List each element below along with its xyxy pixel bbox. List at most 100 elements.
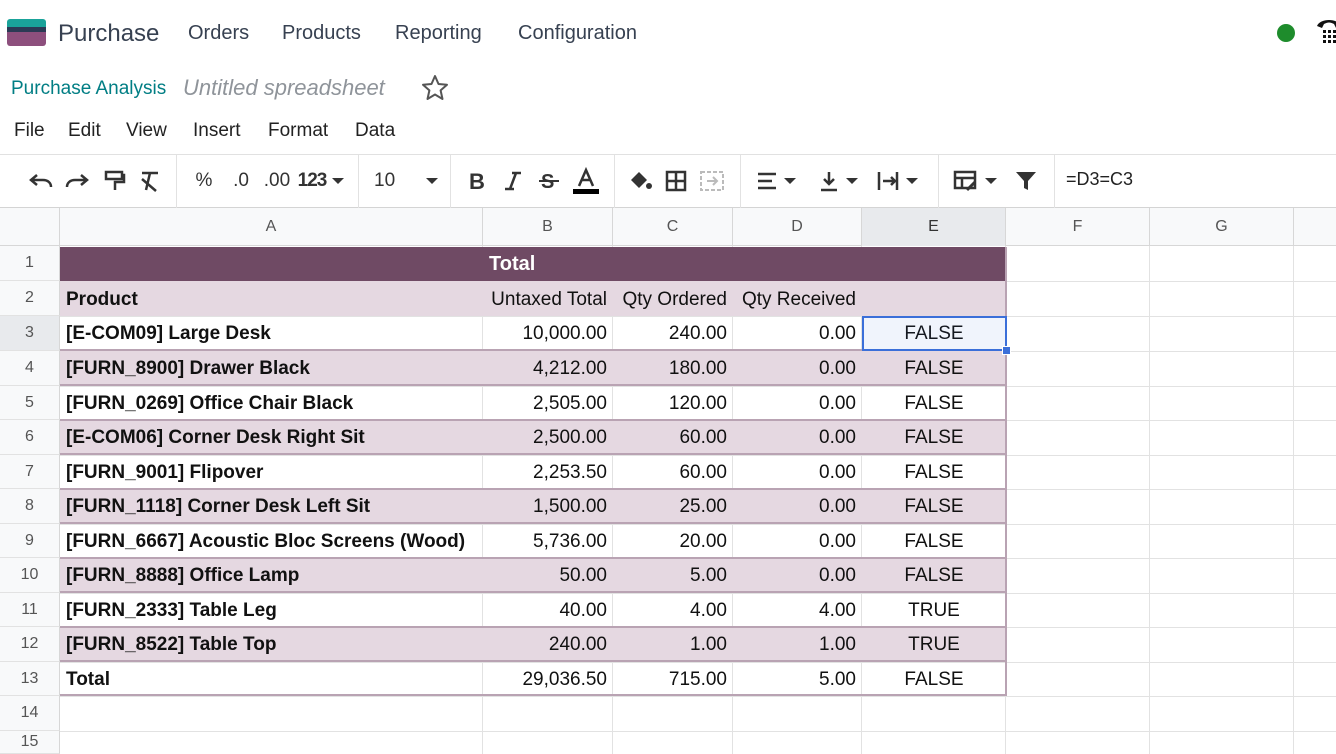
cell-product[interactable]: [FURN_2333] Table Leg — [60, 593, 483, 628]
undo-icon[interactable] — [27, 166, 55, 196]
cell-product[interactable]: [E-COM06] Corner Desk Right Sit — [60, 420, 483, 455]
select-all-corner[interactable] — [0, 208, 60, 246]
cell-untaxed-total[interactable]: 50.00 — [483, 558, 613, 593]
row-header[interactable]: 3 — [0, 316, 60, 351]
row-header[interactable]: 9 — [0, 524, 60, 558]
nav-orders[interactable]: Orders — [188, 22, 249, 45]
row-header[interactable]: 6 — [0, 420, 60, 455]
vertical-align-dropdown[interactable] — [814, 166, 862, 196]
column-header-f[interactable]: F — [1006, 208, 1150, 246]
row-header[interactable]: 10 — [0, 558, 60, 593]
cell-qty-received[interactable]: 0.00 — [733, 316, 862, 351]
header-untaxed-total[interactable]: Untaxed Total — [483, 282, 613, 317]
breadcrumb-purchase-analysis[interactable]: Purchase Analysis — [11, 78, 166, 100]
cell-qty-ordered[interactable]: 20.00 — [613, 524, 733, 559]
cell-qty-received[interactable]: 4.00 — [733, 593, 862, 628]
row-header[interactable]: 4 — [0, 351, 60, 386]
fill-handle[interactable] — [1002, 346, 1011, 355]
fill-color-icon[interactable] — [626, 166, 654, 196]
pivot-total-header[interactable]: Total — [483, 247, 1006, 282]
cell-comparison[interactable]: FALSE — [862, 351, 1006, 386]
number-format-dropdown[interactable]: 123 — [296, 166, 346, 196]
cell-product[interactable]: [FURN_1118] Corner Desk Left Sit — [60, 489, 483, 524]
column-header-e[interactable]: E — [862, 208, 1006, 246]
nav-products[interactable]: Products — [282, 22, 361, 45]
cell-product[interactable]: [E-COM09] Large Desk — [60, 316, 483, 351]
row-header[interactable]: 2 — [0, 281, 60, 316]
cell-comparison[interactable]: FALSE — [862, 386, 1006, 421]
cell-total-qty-ordered[interactable]: 715.00 — [613, 662, 733, 697]
row-header[interactable]: 15 — [0, 731, 60, 754]
text-color-icon[interactable] — [570, 166, 602, 196]
bold-icon[interactable]: B — [464, 166, 490, 196]
cell-comparison[interactable]: TRUE — [862, 627, 1006, 662]
strikethrough-icon[interactable]: S — [536, 166, 562, 196]
cell-qty-received[interactable]: 1.00 — [733, 627, 862, 662]
header-qty-ordered[interactable]: Qty Ordered — [613, 282, 733, 317]
cell-untaxed-total[interactable]: 2,253.50 — [483, 455, 613, 490]
paint-format-icon[interactable] — [102, 166, 128, 196]
percent-format-button[interactable]: % — [192, 166, 216, 196]
cell-qty-received[interactable]: 0.00 — [733, 420, 862, 455]
cell-total-comparison[interactable]: FALSE — [862, 662, 1006, 697]
cell-untaxed-total[interactable]: 5,736.00 — [483, 524, 613, 559]
cell-qty-ordered[interactable]: 240.00 — [613, 316, 733, 351]
cell-qty-received[interactable]: 0.00 — [733, 386, 862, 421]
cell-product[interactable]: [FURN_6667] Acoustic Bloc Screens (Wood) — [60, 524, 483, 559]
header-qty-received[interactable]: Qty Received — [733, 282, 862, 317]
cell-qty-ordered[interactable]: 1.00 — [613, 627, 733, 662]
cell-qty-ordered[interactable]: 60.00 — [613, 455, 733, 490]
cell-qty-received[interactable]: 0.00 — [733, 489, 862, 524]
cell-qty-ordered[interactable]: 5.00 — [613, 558, 733, 593]
phone-icon[interactable] — [1314, 16, 1336, 48]
column-header-g[interactable]: G — [1150, 208, 1294, 246]
cell-qty-received[interactable]: 0.00 — [733, 524, 862, 559]
row-header[interactable]: 13 — [0, 662, 60, 696]
borders-icon[interactable] — [663, 166, 689, 196]
cell-product[interactable]: [FURN_0269] Office Chair Black — [60, 386, 483, 421]
formula-bar[interactable]: =D3=C3 — [1066, 169, 1133, 190]
cell-qty-ordered[interactable]: 120.00 — [613, 386, 733, 421]
cell-comparison[interactable]: FALSE — [862, 524, 1006, 559]
text-wrap-dropdown[interactable] — [872, 166, 922, 196]
cell-qty-received[interactable]: 0.00 — [733, 558, 862, 593]
app-name[interactable]: Purchase — [58, 20, 159, 48]
cell-comparison[interactable]: TRUE — [862, 593, 1006, 628]
cell-untaxed-total[interactable]: 10,000.00 — [483, 316, 613, 351]
cell-qty-received[interactable]: 0.00 — [733, 351, 862, 386]
menu-file[interactable]: File — [14, 120, 45, 142]
row-header[interactable]: 1 — [0, 246, 60, 281]
redo-icon[interactable] — [63, 166, 91, 196]
conditional-format-dropdown[interactable] — [950, 166, 1000, 196]
cell-untaxed-total[interactable]: 40.00 — [483, 593, 613, 628]
cell-qty-ordered[interactable]: 180.00 — [613, 351, 733, 386]
menu-data[interactable]: Data — [355, 120, 395, 142]
row-header[interactable]: 5 — [0, 386, 60, 420]
cell-product[interactable]: [FURN_8900] Drawer Black — [60, 351, 483, 386]
online-status-icon[interactable] — [1277, 24, 1295, 42]
cell-product[interactable]: [FURN_9001] Flipover — [60, 455, 483, 490]
row-header[interactable]: 11 — [0, 593, 60, 627]
row-header[interactable]: 12 — [0, 627, 60, 662]
row-header[interactable]: 14 — [0, 696, 60, 731]
cell-comparison[interactable]: FALSE — [862, 489, 1006, 524]
merge-cells-icon[interactable] — [698, 166, 726, 196]
cell-comparison[interactable]: FALSE — [862, 420, 1006, 455]
header-product[interactable]: Product — [60, 282, 483, 317]
cell-untaxed-total[interactable]: 240.00 — [483, 627, 613, 662]
cell-untaxed-total[interactable]: 2,500.00 — [483, 420, 613, 455]
star-icon[interactable] — [420, 73, 450, 103]
cell-total-qty-received[interactable]: 5.00 — [733, 662, 862, 697]
cell-total-untaxed[interactable]: 29,036.50 — [483, 662, 613, 697]
row-header[interactable]: 8 — [0, 489, 60, 524]
cell-qty-ordered[interactable]: 4.00 — [613, 593, 733, 628]
menu-format[interactable]: Format — [268, 120, 328, 142]
cell-untaxed-total[interactable]: 2,505.00 — [483, 386, 613, 421]
active-cell-selection[interactable] — [862, 316, 1007, 351]
column-header-b[interactable]: B — [483, 208, 613, 246]
cell-untaxed-total[interactable]: 1,500.00 — [483, 489, 613, 524]
cell-comparison[interactable]: FALSE — [862, 558, 1006, 593]
horizontal-align-dropdown[interactable] — [752, 166, 800, 196]
column-header-a[interactable]: A — [60, 208, 483, 246]
spreadsheet-title[interactable]: Untitled spreadsheet — [183, 75, 385, 101]
